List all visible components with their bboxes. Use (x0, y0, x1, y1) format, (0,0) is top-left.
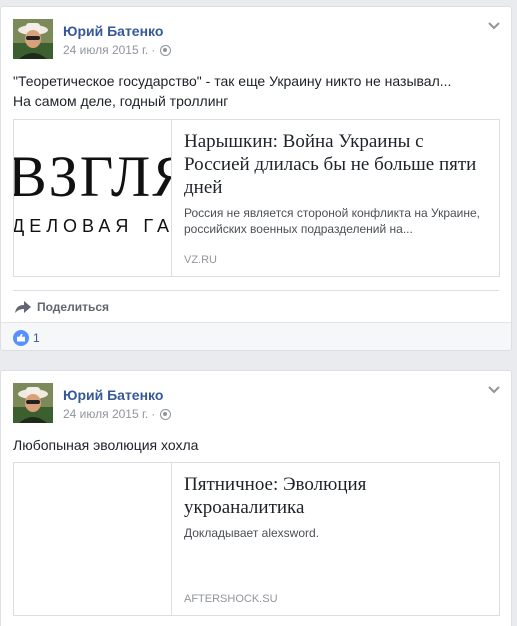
post-card: Юрий Батенко 24 июля 2015 г. · "Теоретич… (0, 6, 512, 351)
link-description: Россия не является стороной конфликта на… (184, 206, 481, 236)
thumbnail-subtitle: ДЕЛОВАЯ ГАЗЕТА (14, 216, 171, 236)
like-reaction-icon[interactable] (13, 329, 29, 346)
author-name[interactable]: Юрий Батенко (63, 387, 163, 403)
share-button[interactable]: Поделиться (13, 300, 109, 314)
share-arrow-icon (15, 300, 31, 313)
post-meta: 24 июля 2015 г. · (63, 43, 172, 57)
meta-separator: · (151, 43, 156, 57)
link-preview[interactable]: Пятничное: Эволюция укроаналитика Доклад… (13, 462, 500, 616)
avatar-image-icon (13, 383, 53, 423)
meta-separator: · (151, 407, 156, 421)
like-count[interactable]: 1 (33, 331, 40, 345)
globe-icon (160, 408, 172, 420)
link-thumbnail[interactable]: ВЗГЛЯ ДЕЛОВАЯ ГАЗЕТА (14, 120, 172, 276)
post-header: Юрий Батенко 24 июля 2015 г. · (1, 371, 511, 427)
chevron-down-icon[interactable] (487, 21, 501, 31)
avatar[interactable] (13, 383, 53, 423)
post-text: "Теоретическое государство" - так еще Ук… (1, 71, 511, 111)
link-domain: AFTERSHOCK.SU (184, 593, 278, 605)
post-date[interactable]: 24 июля 2015 г. (63, 407, 148, 421)
avatar[interactable] (13, 19, 53, 59)
chevron-down-icon[interactable] (487, 385, 501, 395)
post-text-line: Любопыная эволюция хохла (13, 437, 199, 453)
link-thumbnail[interactable] (14, 463, 172, 615)
reactions-bar: 1 (1, 322, 511, 350)
post-text-line: На самом деле, годный троллинг (13, 93, 229, 109)
avatar-image-icon (13, 19, 53, 59)
globe-icon (160, 44, 172, 56)
post-header: Юрий Батенко 24 июля 2015 г. · (1, 7, 511, 63)
action-bar: Поделиться (13, 290, 499, 322)
post-text-line: "Теоретическое государство" - так еще Ук… (13, 73, 452, 89)
link-title[interactable]: Пятничное: Эволюция укроаналитика (184, 473, 487, 519)
link-preview[interactable]: ВЗГЛЯ ДЕЛОВАЯ ГАЗЕТА Нарышкин: Война Укр… (13, 119, 500, 277)
link-title[interactable]: Нарышкин: Война Украины с Россией длилас… (184, 130, 487, 199)
post-meta: 24 июля 2015 г. · (63, 407, 172, 421)
post-date[interactable]: 24 июля 2015 г. (63, 43, 148, 57)
link-body: Пятничное: Эволюция укроаналитика Доклад… (172, 463, 499, 615)
thumbnail-logo-text: ВЗГЛЯ (14, 144, 171, 209)
share-label: Поделиться (37, 299, 110, 314)
post-card: Юрий Батенко 24 июля 2015 г. · Любопыная… (0, 370, 512, 626)
author-name[interactable]: Юрий Батенко (63, 23, 163, 39)
link-description: Докладывает alexsword. (184, 526, 319, 540)
link-domain: VZ.RU (184, 254, 217, 266)
link-body: Нарышкин: Война Украины с Россией длилас… (172, 120, 499, 276)
post-text: Любопыная эволюция хохла (1, 435, 511, 455)
